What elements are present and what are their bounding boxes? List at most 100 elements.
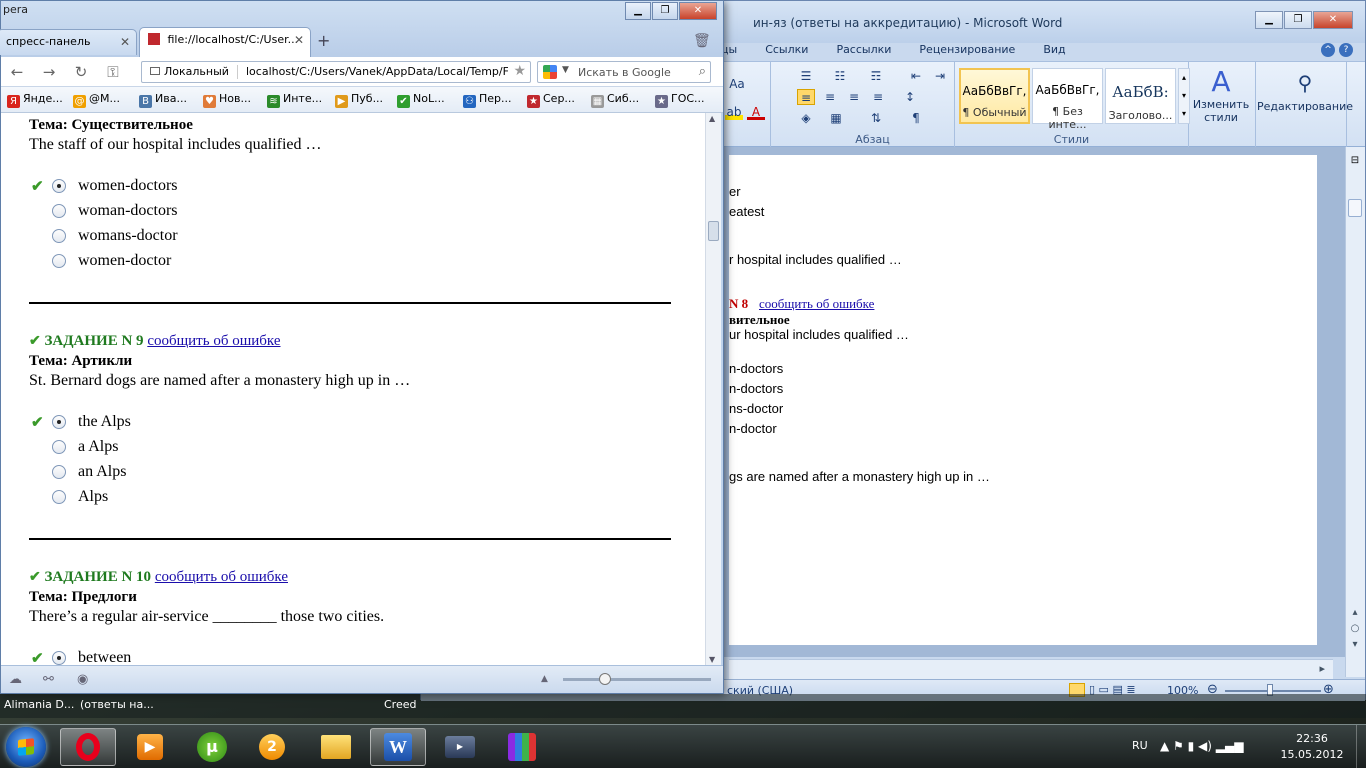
word-page[interactable]: er eatest r hospital includes qualified … <box>729 155 1317 645</box>
radio-button[interactable] <box>52 490 66 504</box>
bookmark-item[interactable]: B Ива... <box>139 92 187 108</box>
word-vertical-scrollbar[interactable]: ⊟ ▴ ○ ▾ <box>1345 147 1365 677</box>
style-heading[interactable]: АаБбВ: Заголово... <box>1105 68 1176 124</box>
radio-selected[interactable] <box>52 415 66 429</box>
taskbar-explorer-icon[interactable] <box>308 728 364 766</box>
keyboard-language[interactable]: RU <box>1132 739 1148 752</box>
trash-icon[interactable]: 🗑 <box>693 33 711 49</box>
justify-icon[interactable]: ≡ <box>869 89 887 105</box>
align-left-icon[interactable]: ≡ <box>797 89 815 105</box>
style-normal[interactable]: АаБбВвГг, ¶ Обычный <box>959 68 1030 124</box>
taskbar-video-pro-icon[interactable]: ▶ <box>432 728 488 766</box>
taskbar-window-title[interactable]: (ответы на... <box>80 698 154 711</box>
address-bar[interactable]: Локальный localhost/C:/Users/Vanek/AppDa… <box>141 61 531 83</box>
taskbar-opera-icon[interactable] <box>60 728 116 766</box>
turbo-icon[interactable]: ◉ <box>77 672 88 687</box>
tab-close-icon[interactable]: ✕ <box>294 33 304 47</box>
bullets-icon[interactable]: ☰ <box>797 68 815 84</box>
styles-scroll-icon[interactable]: ▴ ▾ ▾ <box>1178 68 1190 124</box>
help-icon[interactable]: ? <box>1339 43 1353 57</box>
decrease-indent-icon[interactable]: ⇤ <box>907 68 925 84</box>
shading-icon[interactable]: ◈ <box>797 110 815 126</box>
taskbar-media-player-icon[interactable]: ▶ <box>122 728 178 766</box>
word-horizontal-scrollbar[interactable]: ▸ <box>729 659 1333 679</box>
bookmark-item[interactable]: ♥ Нов... <box>203 92 251 108</box>
highlight-icon[interactable]: ab <box>725 104 743 120</box>
ribbon-minimize-icon[interactable]: ^ <box>1321 43 1335 57</box>
browse-object-icons[interactable]: ▴ ○ ▾ <box>1349 605 1361 653</box>
tab-speed-dial[interactable]: спресс-панель ✕ <box>0 29 137 55</box>
tray-icons[interactable]: ▲ ⚑ ▮ ◀) ▂▄▆ <box>1160 739 1243 753</box>
radio-button[interactable] <box>52 229 66 243</box>
increase-indent-icon[interactable]: ⇥ <box>931 68 949 84</box>
change-styles-button[interactable]: A Изменить стили <box>1191 66 1251 125</box>
start-button[interactable] <box>6 727 46 767</box>
scroll-up-icon[interactable]: ▲ <box>709 114 715 123</box>
zoom-slider[interactable] <box>1225 690 1321 692</box>
style-no-spacing[interactable]: АаБбВвГг, ¶ Без инте... <box>1032 68 1103 131</box>
report-error-link[interactable]: сообщить об ошибке <box>155 569 288 585</box>
opera-unite-icon[interactable]: ☁ <box>9 672 22 687</box>
bookmark-star-icon[interactable]: ★ <box>513 63 526 79</box>
bookmark-item[interactable]: ★ Сер... <box>527 92 575 108</box>
close-icon[interactable]: ✕ <box>1313 11 1353 29</box>
grow-font-icon[interactable]: Aa <box>725 76 749 92</box>
wand-key-icon[interactable]: ⚿ <box>103 63 123 81</box>
align-center-icon[interactable]: ≡ <box>821 89 839 105</box>
doc-report-link[interactable]: сообщить об ошибке <box>759 296 874 312</box>
radio-selected[interactable] <box>52 179 66 193</box>
scroll-thumb[interactable] <box>1348 199 1362 217</box>
taskbar-app2-icon[interactable]: 2 <box>244 728 300 766</box>
taskbar-utorrent-icon[interactable]: µ <box>184 728 240 766</box>
report-error-link[interactable]: сообщить об ошибке <box>147 333 280 349</box>
page-zoom-slider[interactable] <box>563 673 711 685</box>
sort-icon[interactable]: ⇅ <box>867 110 885 126</box>
new-tab-icon[interactable]: + <box>317 31 330 50</box>
radio-button[interactable] <box>52 440 66 454</box>
bookmark-item[interactable]: ▦ Сиб... <box>591 92 639 108</box>
font-color-icon[interactable]: A <box>747 104 765 120</box>
minimize-icon[interactable]: ▁ <box>1255 11 1283 29</box>
numbering-icon[interactable]: ☷ <box>831 68 849 84</box>
radio-button[interactable] <box>52 465 66 479</box>
radio-selected[interactable] <box>52 651 66 665</box>
view-options-icon[interactable]: ▲ <box>541 674 548 684</box>
tab-view[interactable]: Вид <box>1043 43 1065 59</box>
tab-review[interactable]: Рецензирование <box>919 43 1015 59</box>
tab-mailings[interactable]: Рассылки <box>836 43 891 59</box>
address-url[interactable]: localhost/C:/Users/Vanek/AppData/Local/T… <box>246 65 508 78</box>
tab-close-icon[interactable]: ✕ <box>120 35 130 49</box>
back-icon[interactable]: ← <box>7 63 27 81</box>
close-icon[interactable]: ✕ <box>679 2 717 20</box>
pilcrow-icon[interactable]: ¶ <box>907 110 925 126</box>
taskbar-word-icon[interactable]: W <box>370 728 426 766</box>
scroll-thumb[interactable] <box>708 221 719 241</box>
scroll-down-icon[interactable]: ▼ <box>709 655 715 664</box>
maximize-icon[interactable]: ❐ <box>1284 11 1312 29</box>
clock[interactable]: 22:36 15.05.2012 <box>1276 731 1348 763</box>
bookmark-item[interactable]: ⚇ Пер... <box>463 92 512 108</box>
bookmark-item[interactable]: ▶ Пуб... <box>335 92 383 108</box>
radio-button[interactable] <box>52 254 66 268</box>
reload-icon[interactable]: ↻ <box>71 63 91 81</box>
bookmark-item[interactable]: ✔ NoL... <box>397 92 445 108</box>
radio-button[interactable] <box>52 204 66 218</box>
taskbar-window-title[interactable]: Alimania D... <box>4 698 74 711</box>
search-engine-dropdown-icon[interactable]: ▼ <box>562 65 569 75</box>
show-desktop-button[interactable] <box>1356 725 1366 768</box>
page-vertical-scrollbar[interactable]: ▲ ▼ <box>705 113 721 665</box>
scroll-right-icon[interactable]: ▸ <box>1319 662 1325 675</box>
multilevel-list-icon[interactable]: ☶ <box>867 68 885 84</box>
opera-link-icon[interactable]: ⚯ <box>43 672 54 687</box>
align-right-icon[interactable]: ≡ <box>845 89 863 105</box>
line-spacing-icon[interactable]: ↕ <box>901 89 919 105</box>
zoom-slider-knob[interactable] <box>599 673 611 685</box>
maximize-icon[interactable]: ❐ <box>652 2 678 20</box>
bookmark-item[interactable]: ≋ Инте... <box>267 92 322 108</box>
editing-button[interactable]: ⚲ Редактирование <box>1257 66 1353 113</box>
forward-icon[interactable]: → <box>39 63 59 81</box>
tab-references[interactable]: Ссылки <box>765 43 808 59</box>
taskbar-window-title[interactable]: Creed <box>384 698 416 711</box>
search-field[interactable]: ▼ Искать в Google ⌕ <box>537 61 711 83</box>
bookmark-item[interactable]: @ @M... <box>73 92 120 108</box>
